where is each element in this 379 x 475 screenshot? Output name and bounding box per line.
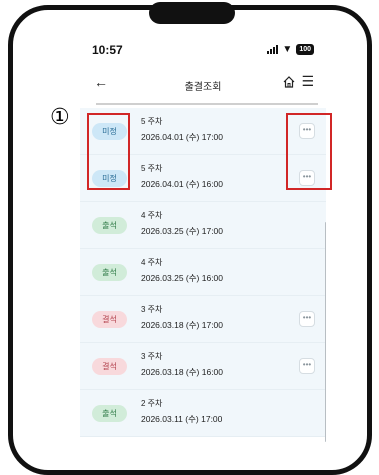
menu-icon[interactable]: ☰ [301,74,314,88]
annotation-number: ① [50,104,70,129]
row-datetime: 2026.03.25 (수) 16:00 [141,273,224,283]
row-week-label: 3 주차 [141,305,163,314]
nav-divider [96,103,318,105]
row-week-label: 5 주차 [141,117,163,126]
more-options-icon[interactable]: ••• [299,358,315,374]
attendance-row[interactable]: 결석 3 주차 2026.03.18 (수) 16:00 ••• [80,343,326,390]
row-datetime: 2026.04.01 (수) 17:00 [141,132,224,142]
annotation-box-status [87,113,130,190]
status-badge: 출석 [92,264,127,281]
attendance-row[interactable]: 결석 3 주차 2026.03.18 (수) 17:00 ••• [80,296,326,343]
row-datetime: 2026.03.25 (수) 17:00 [141,226,224,236]
status-badge: 출석 [92,217,127,234]
status-bar: 10:57 ▼ 100 [80,32,326,66]
row-week-label: 3 주차 [141,352,163,361]
row-week-label: 2 주차 [141,399,163,408]
status-badge: 출석 [92,405,127,422]
home-icon-glyph [283,76,295,88]
row-datetime: 2026.04.01 (수) 16:00 [141,179,224,189]
home-icon[interactable] [282,75,296,94]
scrollbar[interactable] [325,222,326,442]
wifi-icon: ▼ [282,43,293,55]
status-badge: 결석 [92,311,127,328]
row-datetime: 2026.03.11 (수) 17:00 [141,414,223,424]
attendance-row[interactable]: 출석 2 주차 2026.03.11 (수) 17:00 [80,390,326,437]
row-datetime: 2026.03.18 (수) 17:00 [141,320,224,330]
annotation-box-more [286,113,332,190]
status-badge: 결석 [92,358,127,375]
attendance-row[interactable]: 출석 4 주차 2026.03.25 (수) 17:00 [80,202,326,249]
attendance-row[interactable]: 출석 4 주차 2026.03.25 (수) 16:00 [80,249,326,296]
signal-icon [267,45,279,54]
battery-icon: 100 [296,44,314,55]
row-week-label: 5 주차 [141,164,163,173]
status-time: 10:57 [92,43,123,57]
phone-notch [149,2,235,24]
nav-bar: ← 출결조회 ☰ [80,66,326,102]
row-datetime: 2026.03.18 (수) 16:00 [141,367,224,377]
phone-screen: 10:57 ▼ 100 ← 출결조회 ☰ 미정 5 주차 2026.04.01 (수… [80,32,326,442]
more-options-icon[interactable]: ••• [299,311,315,327]
row-week-label: 4 주차 [141,211,163,220]
status-icons: ▼ 100 [267,44,314,55]
row-week-label: 4 주차 [141,258,163,267]
